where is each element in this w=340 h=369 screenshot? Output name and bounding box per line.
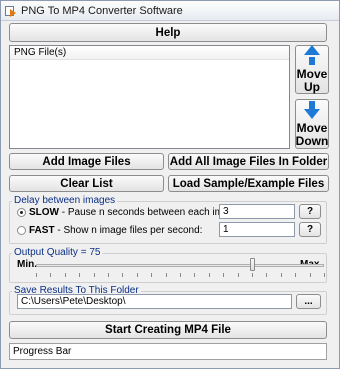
slider-tick xyxy=(79,273,81,277)
quality-slider-thumb[interactable] xyxy=(250,258,255,271)
fast-label-bold: FAST xyxy=(29,225,55,236)
start-creating-button[interactable]: Start Creating MP4 File xyxy=(9,321,327,339)
slow-help-button[interactable]: ? xyxy=(299,204,321,219)
load-sample-button[interactable]: Load Sample/Example Files xyxy=(168,175,329,192)
slider-tick xyxy=(151,273,153,277)
arrow-up-icon xyxy=(304,45,320,65)
title-bar: PNG To MP4 Converter Software xyxy=(1,1,339,21)
quality-slider-track[interactable] xyxy=(36,264,324,267)
slider-tick xyxy=(122,273,124,277)
slider-tick xyxy=(93,273,95,277)
slider-tick xyxy=(252,273,253,277)
slider-tick xyxy=(50,273,52,277)
file-list-header: PNG File(s) xyxy=(10,46,289,60)
add-all-image-files-button[interactable]: Add All Image Files In Folder xyxy=(168,153,329,170)
slider-tick xyxy=(194,273,196,277)
fast-radio[interactable] xyxy=(17,226,26,235)
quality-group-label: Output Quality = 75 xyxy=(12,247,103,259)
move-up-label-2: Up xyxy=(304,80,320,94)
slow-label-bold: SLOW xyxy=(29,207,59,218)
help-button[interactable]: Help xyxy=(9,23,327,42)
app-window: PNG To MP4 Converter Software Help PNG F… xyxy=(0,0,340,369)
move-down-label-1: Move xyxy=(296,120,328,135)
browse-folder-button[interactable]: ... xyxy=(296,294,321,309)
move-down-button[interactable]: Move Down xyxy=(295,99,329,149)
slider-tick xyxy=(165,273,167,277)
slider-tick xyxy=(295,273,297,277)
delay-group-label: Delay between images xyxy=(12,195,118,207)
slider-tick xyxy=(309,273,311,277)
slider-tick xyxy=(223,273,225,277)
add-image-files-button[interactable]: Add Image Files xyxy=(9,153,164,170)
arrow-down-icon xyxy=(304,100,320,119)
quality-min-label: Min. xyxy=(17,259,37,270)
slider-tick xyxy=(108,273,109,277)
slider-tick xyxy=(36,273,37,277)
slider-tick xyxy=(64,273,66,277)
slider-tick xyxy=(180,273,181,277)
window-title: PNG To MP4 Converter Software xyxy=(21,4,183,17)
slider-tick xyxy=(280,273,282,277)
slider-tick xyxy=(266,273,268,277)
slow-radio[interactable] xyxy=(17,208,26,217)
png-file-list[interactable]: PNG File(s) xyxy=(9,45,290,149)
fast-per-second-input[interactable]: 1 xyxy=(219,222,295,237)
app-icon xyxy=(5,5,17,17)
fast-help-button[interactable]: ? xyxy=(299,222,321,237)
slider-tick xyxy=(237,273,239,277)
clear-list-button[interactable]: Clear List xyxy=(9,175,164,192)
slow-seconds-input[interactable]: 3 xyxy=(219,204,295,219)
progress-bar: Progress Bar xyxy=(9,343,327,360)
fast-option-label: FAST - Show n image files per second: xyxy=(29,225,202,236)
output-folder-input[interactable]: C:\Users\Pete\Desktop\ xyxy=(17,294,292,309)
slider-tick xyxy=(208,273,210,277)
move-down-label-2: Down xyxy=(295,133,329,148)
slider-tick xyxy=(136,273,138,277)
slider-tick xyxy=(324,273,325,277)
fast-label-text: - Show n image files per second: xyxy=(54,225,203,236)
move-up-button[interactable]: Move Up xyxy=(295,45,329,94)
